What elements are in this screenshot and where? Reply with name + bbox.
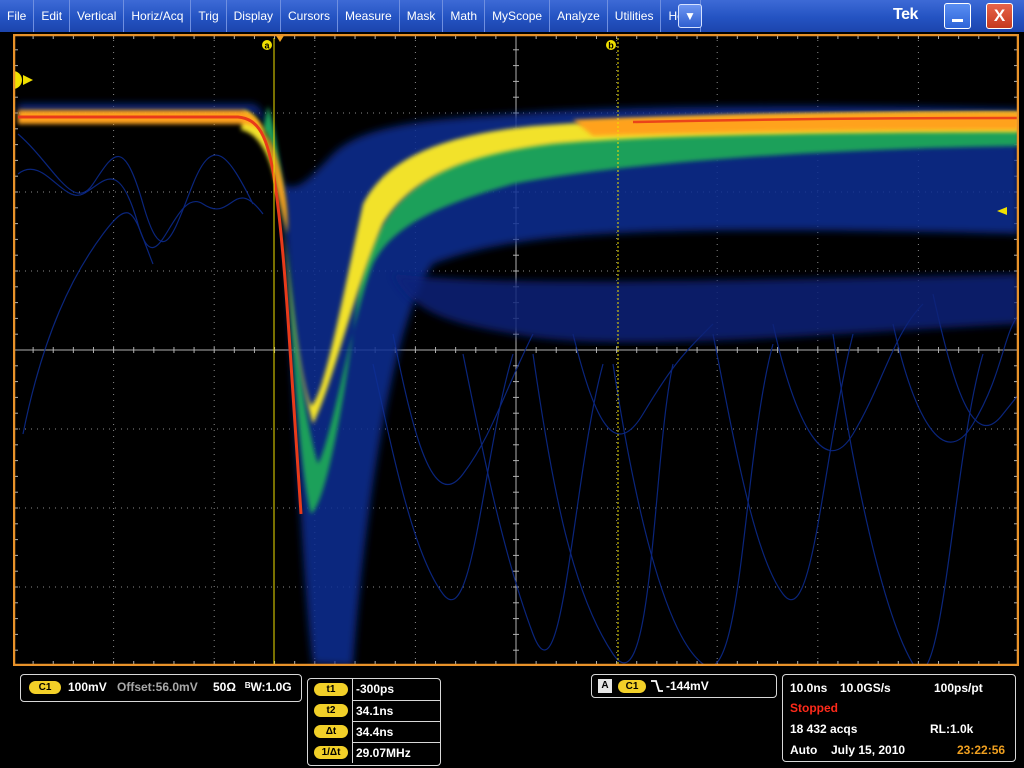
menu-file[interactable]: File [0, 0, 35, 32]
menu-vertical[interactable]: Vertical [70, 0, 125, 32]
cursor-row-frequency: 1/Δt 29.07MHz [308, 742, 440, 763]
graticule: a b 1 [13, 34, 1019, 666]
resolution: 100ps/pt [934, 681, 983, 695]
acquisition-state: Stopped [790, 701, 838, 715]
menu-measure[interactable]: Measure [338, 0, 400, 32]
menu-math[interactable]: Math [443, 0, 486, 32]
channel-bandwidth: ᴮW:1.0G [245, 680, 292, 694]
acquisition-time: 23:22:56 [957, 743, 1006, 757]
channel-readout[interactable]: C1 100mV Offset:56.0mV 50Ω ᴮW:1.0G [20, 674, 302, 702]
cursor-row-delta: Δt 34.4ns [308, 721, 440, 742]
acquisition-date: July 15, 2010 [831, 743, 906, 757]
falling-edge-icon [651, 680, 663, 692]
persistence-haze-lower [393, 274, 1019, 343]
menu-display[interactable]: Display [227, 0, 281, 32]
menu-myscope[interactable]: MyScope [485, 0, 551, 32]
channel-scale: 100mV [68, 680, 107, 694]
menu-edit[interactable]: Edit [34, 0, 71, 32]
cursor-t2-badge: t2 [314, 704, 348, 717]
menu-cursors[interactable]: Cursors [281, 0, 339, 32]
menu-analyze[interactable]: Analyze [550, 0, 608, 32]
menu-bar: File Edit Vertical Horiz/Acq Trig Displa… [0, 0, 1024, 32]
record-length: RL:1.0k [930, 722, 974, 736]
cursor-t2-value: 34.1ns [352, 700, 440, 721]
trigger-source-badge: C1 [618, 680, 646, 693]
cursor-frequency-value: 29.07MHz [352, 742, 440, 763]
trigger-readout[interactable]: A C1 -144mV [591, 674, 777, 698]
trigger-level: -144mV [666, 679, 709, 693]
menu-trig[interactable]: Trig [191, 0, 227, 32]
cursor-delta-badge: Δt [314, 725, 348, 738]
cursor-t1-value: -300ps [352, 679, 440, 700]
channel-badge: C1 [29, 681, 61, 694]
acquisition-count: 18 432 acqs [790, 722, 858, 736]
close-button[interactable]: X [986, 3, 1013, 29]
cursor-readout[interactable]: t1 -300ps t2 34.1ns Δt 34.4ns 1/Δt 29.07… [307, 678, 441, 766]
acquisition-readout[interactable]: 10.0ns 10.0GS/s 100ps/pt Stopped 18 432 … [782, 674, 1016, 762]
trace-red [18, 115, 303, 515]
cursor-frequency-badge: 1/Δt [314, 746, 348, 759]
trigger-mode-badge: A [598, 679, 612, 693]
menu-utilities[interactable]: Utilities [608, 0, 662, 32]
time-per-division: 10.0ns [790, 681, 828, 695]
channel-1-marker-arrow [23, 75, 33, 85]
minimize-icon [952, 19, 963, 22]
cursor-b-label: b [608, 41, 614, 51]
trigger-mode: Auto [790, 743, 818, 757]
menu-horiz-acq[interactable]: Horiz/Acq [124, 0, 192, 32]
tek-logo: Tek [893, 6, 918, 23]
cursor-t1-badge: t1 [314, 683, 348, 696]
channel-offset: Offset:56.0mV [117, 680, 198, 694]
minimize-button[interactable] [944, 3, 971, 29]
sample-rate: 10.0GS/s [840, 681, 891, 695]
cursor-row-t1: t1 -300ps [308, 679, 440, 700]
persistence-haze [18, 104, 1019, 666]
waveform [17, 104, 1019, 666]
menu-dropdown-button[interactable]: ▼ [678, 4, 702, 28]
menu-mask[interactable]: Mask [400, 0, 444, 32]
scope-display[interactable]: a b 1 [13, 34, 1019, 666]
cursor-delta-value: 34.4ns [352, 721, 440, 742]
channel-termination: 50Ω [213, 680, 236, 694]
readout-panel: C1 100mV Offset:56.0mV 50Ω ᴮW:1.0G t1 -3… [0, 668, 1024, 768]
cursor-row-t2: t2 34.1ns [308, 700, 440, 721]
